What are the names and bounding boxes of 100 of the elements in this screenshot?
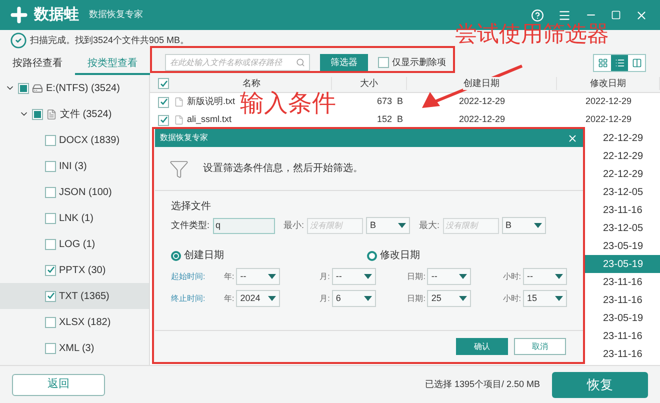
checkbox[interactable] — [158, 114, 169, 126]
checkbox[interactable] — [45, 238, 56, 250]
recover-button[interactable]: 恢复 — [552, 372, 648, 398]
view-mode-button[interactable] — [628, 54, 645, 70]
field-label: 小时: — [502, 270, 522, 282]
check-circle-icon — [10, 32, 27, 48]
checkbox[interactable] — [45, 134, 56, 146]
drive-icon — [32, 82, 43, 94]
date-mode-radio[interactable]: 创建日期 — [171, 248, 367, 263]
view-tab[interactable]: 按类型查看 — [75, 53, 150, 75]
field-label: 日期: — [407, 292, 426, 304]
tree-item[interactable]: XML (3) — [0, 335, 149, 361]
caret-icon — [555, 296, 564, 301]
tree-item[interactable]: TXT (1365) — [0, 283, 149, 309]
tree-label: JSON (100) — [59, 186, 112, 200]
checkbox[interactable] — [45, 186, 56, 198]
grid-view-icon — [598, 58, 608, 68]
dialog-button[interactable]: 确认 — [456, 338, 508, 355]
caret-icon — [364, 274, 372, 279]
column-header[interactable]: 大小 — [359, 76, 379, 90]
checkbox[interactable] — [45, 160, 56, 172]
check-icon — [160, 116, 168, 124]
tree-item[interactable]: E:(NTFS) (3524) — [0, 75, 149, 101]
checkbox[interactable] — [45, 290, 56, 302]
checkbox[interactable] — [18, 82, 29, 94]
tree-label: DOCX (1839) — [59, 134, 120, 148]
dropdown[interactable]: 6 — [332, 290, 376, 307]
field-label: 最小: — [284, 218, 304, 232]
dropdown[interactable]: B — [366, 217, 410, 234]
tree-item[interactable]: LOG (1) — [0, 231, 149, 257]
columns-view-icon — [632, 58, 642, 68]
close-icon[interactable] — [567, 132, 578, 144]
range-label: 起始时间: — [171, 270, 206, 282]
checkbox[interactable] — [45, 212, 56, 224]
checkbox[interactable] — [45, 342, 56, 354]
caret-icon — [364, 296, 372, 301]
created-date: 2022-12-29 — [458, 95, 506, 108]
caret-icon — [534, 223, 542, 228]
filter-button[interactable]: 筛选器 — [320, 54, 368, 71]
column-header[interactable]: 名称 — [242, 76, 262, 90]
file-icon — [174, 115, 184, 125]
tree-item[interactable]: LNK (1) — [0, 205, 149, 231]
tree-label: INI (3) — [59, 160, 87, 174]
date-mode-radio[interactable]: 修改日期 — [367, 248, 420, 263]
tree-label: XLSX (182) — [59, 316, 111, 330]
close-icon[interactable] — [635, 8, 648, 22]
filter-icon — [169, 158, 189, 178]
dropdown[interactable]: 25 — [427, 290, 472, 307]
search-icon — [296, 58, 305, 67]
dropdown[interactable]: -- — [427, 268, 472, 285]
folder-icon — [46, 108, 57, 120]
field-label: 最大: — [419, 218, 440, 232]
tree-item[interactable]: DOCX (1839) — [0, 127, 149, 153]
tree-item[interactable]: INI (3) — [0, 153, 149, 179]
tree-label: 文件 (3524) — [60, 108, 112, 122]
tree-label: E:(NTFS) (3524) — [46, 82, 120, 96]
checkbox[interactable] — [158, 96, 169, 108]
cross-logo-icon — [8, 4, 30, 26]
back-button[interactable]: 返回 — [12, 374, 105, 396]
checkbox[interactable] — [45, 316, 56, 328]
caret-icon — [459, 274, 468, 279]
menu-icon[interactable] — [558, 8, 571, 22]
field-label: 文件类型: — [171, 218, 210, 232]
dialog-button[interactable]: 取消 — [514, 338, 566, 355]
caret-icon — [268, 296, 276, 301]
tree-label: XML (3) — [59, 342, 94, 356]
check-icon — [46, 292, 54, 300]
modified-date[interactable]: 2022-12-29 — [557, 111, 660, 129]
checkbox[interactable] — [45, 264, 56, 276]
view-mode-button[interactable] — [594, 54, 611, 70]
view-tab[interactable]: 按路径查看 — [0, 53, 75, 75]
dropdown[interactable]: B — [502, 217, 546, 234]
help-icon[interactable] — [531, 8, 544, 22]
app-logo: 数据蛙 — [34, 4, 79, 25]
modified-date[interactable]: 2022-12-29 — [557, 93, 660, 111]
partial-mark — [34, 110, 41, 118]
partial-mark — [20, 84, 27, 92]
check-icon — [46, 266, 54, 274]
dropdown[interactable]: -- — [332, 268, 376, 285]
tree-item[interactable]: 文件 (3524) — [0, 101, 149, 127]
column-header[interactable]: 创建日期 — [462, 76, 500, 90]
column-header[interactable]: 修改日期 — [589, 76, 627, 90]
maximize-icon[interactable] — [611, 10, 621, 20]
file-type-field[interactable]: q — [212, 218, 275, 234]
tree-item[interactable]: PPTX (30) — [0, 257, 149, 283]
tree-label: LNK (1) — [59, 212, 94, 226]
checkbox[interactable] — [378, 57, 389, 68]
check-icon — [160, 98, 168, 106]
field-label: 年: — [224, 270, 234, 282]
dropdown[interactable]: -- — [523, 268, 568, 285]
dropdown[interactable]: 15 — [523, 290, 568, 307]
checkbox[interactable] — [158, 78, 169, 89]
checkbox[interactable] — [32, 108, 43, 120]
tree-item[interactable]: JSON (100) — [0, 179, 149, 205]
field-label: 日期: — [407, 270, 426, 282]
field-label: 年: — [224, 292, 234, 304]
dropdown[interactable]: 2024 — [236, 290, 280, 307]
view-mode-button[interactable] — [611, 54, 628, 70]
tree-item[interactable]: XLSX (182) — [0, 309, 149, 335]
dropdown[interactable]: -- — [236, 268, 280, 285]
